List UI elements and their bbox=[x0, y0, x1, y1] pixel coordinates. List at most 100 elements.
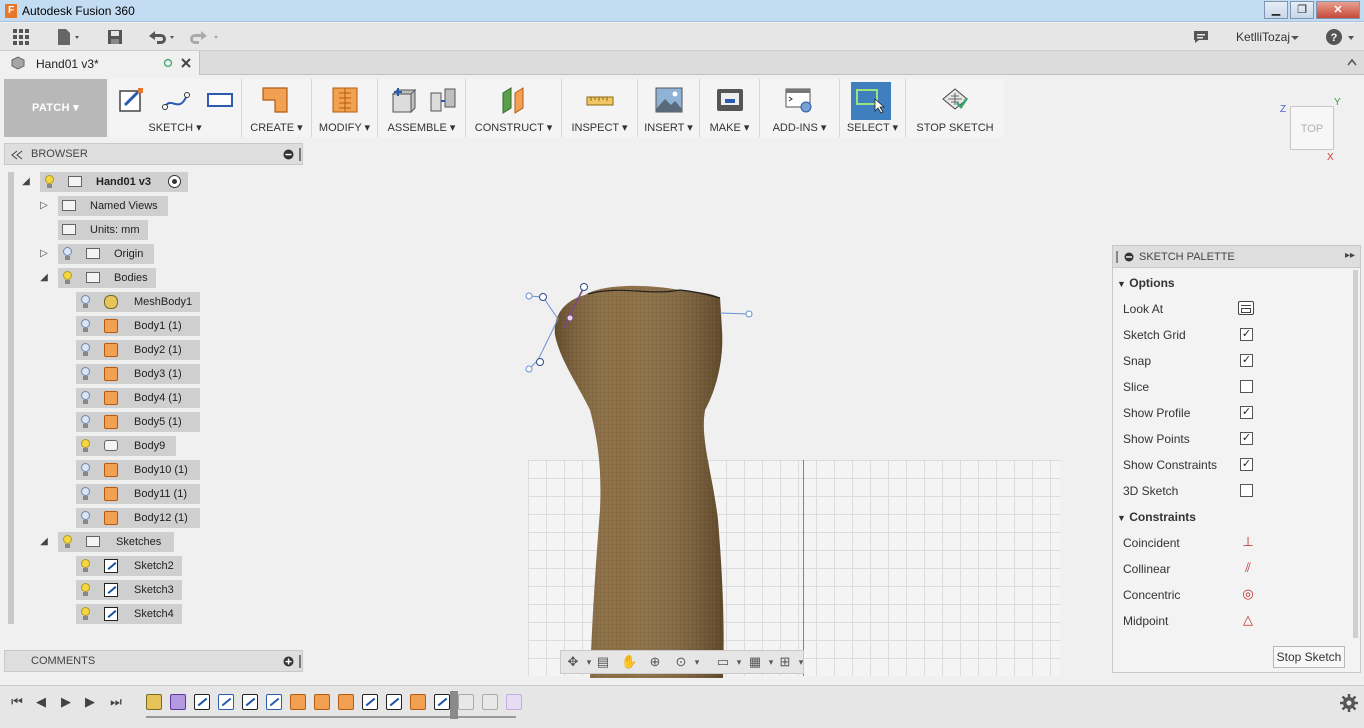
help-icon[interactable]: ? bbox=[1324, 27, 1358, 47]
constraint-row[interactable]: Collinear ⫽ bbox=[1123, 560, 1343, 578]
close-button[interactable]: ✕ bbox=[1316, 1, 1360, 19]
suppressed-form-icon[interactable] bbox=[506, 694, 522, 710]
palette-option-row[interactable]: Snap ✓ bbox=[1123, 354, 1343, 370]
zoom-icon[interactable]: ⊕ bbox=[647, 655, 663, 669]
browser-node[interactable]: Named Views bbox=[58, 196, 168, 216]
gear-icon[interactable] bbox=[1340, 694, 1358, 712]
browser-tree-row[interactable]: Body2 (1) bbox=[0, 340, 300, 360]
browser-tree-row[interactable]: ◢ Sketches bbox=[0, 532, 300, 552]
visibility-off-icon[interactable] bbox=[80, 391, 90, 405]
checkbox[interactable] bbox=[1240, 484, 1253, 497]
browser-node[interactable]: Units: mm bbox=[58, 220, 148, 240]
browser-node[interactable]: Sketches bbox=[58, 532, 174, 552]
resize-handle[interactable] bbox=[299, 148, 301, 161]
browser-tree-row[interactable]: Units: mm bbox=[0, 220, 300, 240]
create-sketch-icon[interactable] bbox=[117, 85, 147, 115]
resize-handle[interactable] bbox=[299, 655, 301, 668]
viewports-icon[interactable]: ⊞ bbox=[777, 655, 793, 669]
sketch-feature-icon[interactable] bbox=[362, 694, 378, 710]
midpoint-icon[interactable]: △ bbox=[1240, 612, 1256, 628]
select-group[interactable]: SELECT ▾ bbox=[840, 79, 906, 137]
browser-node[interactable]: Sketch3 bbox=[76, 580, 182, 600]
checkbox[interactable]: ✓ bbox=[1240, 432, 1253, 445]
visibility-on-icon[interactable] bbox=[80, 439, 90, 453]
browser-node[interactable]: MeshBody1 bbox=[76, 292, 200, 312]
patch-feature-icon[interactable] bbox=[314, 694, 330, 710]
create-group[interactable]: CREATE ▾ bbox=[242, 79, 312, 137]
expanded-triangle-icon[interactable]: ◢ bbox=[38, 272, 50, 284]
browser-tree-row[interactable]: Body4 (1) bbox=[0, 388, 300, 408]
palette-option-row[interactable]: Show Profile ✓ bbox=[1123, 406, 1343, 422]
checkbox[interactable]: ✓ bbox=[1240, 354, 1253, 367]
collapse-left-icon[interactable] bbox=[11, 150, 23, 160]
palette-option-row[interactable]: Show Points ✓ bbox=[1123, 432, 1343, 448]
browser-node[interactable]: Body4 (1) bbox=[76, 388, 200, 408]
constraints-section-header[interactable]: ▼ Constraints bbox=[1117, 510, 1196, 524]
minus-circle-icon[interactable] bbox=[283, 149, 294, 160]
mesh-feature-icon[interactable] bbox=[146, 694, 162, 710]
visibility-on-icon[interactable] bbox=[62, 535, 72, 549]
constraint-row[interactable]: Midpoint △ bbox=[1123, 612, 1343, 630]
browser-node[interactable]: Sketch4 bbox=[76, 604, 182, 624]
browser-node[interactable]: Body12 (1) bbox=[76, 508, 200, 528]
collapsed-triangle-icon[interactable]: ▷ bbox=[38, 248, 50, 260]
timeline-marker[interactable] bbox=[450, 691, 458, 719]
viewports-dropdown-icon[interactable]: ▾ bbox=[793, 655, 809, 669]
look-at-icon[interactable] bbox=[1238, 301, 1254, 315]
visibility-off-icon[interactable] bbox=[80, 463, 90, 477]
go-to-start-icon[interactable]: ⏮ bbox=[9, 694, 25, 710]
fit-icon[interactable]: ⊙ bbox=[673, 655, 689, 669]
make-group[interactable]: MAKE ▾ bbox=[700, 79, 760, 137]
visibility-on-icon[interactable] bbox=[80, 607, 90, 621]
spline-feature-icon[interactable] bbox=[266, 694, 282, 710]
form-feature-icon[interactable] bbox=[170, 694, 186, 710]
display-settings-icon[interactable]: ▭ bbox=[715, 655, 731, 669]
play-icon[interactable]: ▶ bbox=[58, 694, 74, 710]
drag-handle[interactable] bbox=[1116, 251, 1118, 263]
sketch-feature-icon[interactable] bbox=[434, 694, 450, 710]
expanded-triangle-icon[interactable]: ◢ bbox=[20, 176, 32, 188]
workspace-switcher[interactable]: PATCH ▾ bbox=[4, 79, 107, 137]
browser-node[interactable]: Body5 (1) bbox=[76, 412, 200, 432]
add-ins-group[interactable]: ADD-INS ▾ bbox=[760, 79, 840, 137]
browser-node[interactable]: Hand01 v3 bbox=[40, 172, 188, 192]
palette-option-row[interactable]: 3D Sketch bbox=[1123, 484, 1343, 500]
checkbox[interactable] bbox=[1240, 380, 1253, 393]
orbit-icon[interactable]: ✥ bbox=[565, 655, 581, 669]
file-icon[interactable] bbox=[55, 27, 83, 47]
close-tab-icon[interactable] bbox=[180, 57, 192, 69]
browser-panel-header[interactable]: BROWSER bbox=[4, 143, 303, 165]
browser-node[interactable]: Bodies bbox=[58, 268, 156, 288]
checkbox[interactable]: ✓ bbox=[1240, 328, 1253, 341]
document-tab[interactable]: Hand01 v3* bbox=[0, 51, 200, 75]
browser-node[interactable]: Body1 (1) bbox=[76, 316, 200, 336]
browser-tree-row[interactable]: Sketch4 bbox=[0, 604, 300, 624]
minus-circle-icon[interactable] bbox=[1124, 252, 1134, 262]
browser-tree-row[interactable]: ▷ Named Views bbox=[0, 196, 300, 216]
browser-node[interactable]: Body9 bbox=[76, 436, 176, 456]
browser-tree-row[interactable]: Body3 (1) bbox=[0, 364, 300, 384]
select-icon[interactable] bbox=[855, 85, 885, 115]
palette-option-row[interactable]: Sketch Grid ✓ bbox=[1123, 328, 1343, 344]
browser-node[interactable]: Body3 (1) bbox=[76, 364, 200, 384]
browser-node[interactable]: Body2 (1) bbox=[76, 340, 200, 360]
browser-tree-row[interactable]: Body11 (1) bbox=[0, 484, 300, 504]
grid-icon[interactable] bbox=[11, 27, 31, 47]
redo-icon[interactable] bbox=[189, 27, 223, 47]
plus-circle-icon[interactable] bbox=[283, 656, 294, 667]
checkbox[interactable]: ✓ bbox=[1240, 458, 1253, 471]
checkbox[interactable]: ✓ bbox=[1240, 406, 1253, 419]
suppressed-feature-icon[interactable] bbox=[458, 694, 474, 710]
rectangle-icon[interactable] bbox=[205, 85, 235, 115]
activate-radio-icon[interactable] bbox=[168, 175, 181, 188]
construct-group[interactable]: CONSTRUCT ▾ bbox=[466, 79, 562, 137]
visibility-off-icon[interactable] bbox=[80, 367, 90, 381]
collapsed-triangle-icon[interactable]: ▷ bbox=[38, 200, 50, 212]
browser-tree-row[interactable]: ◢ Hand01 v3 bbox=[0, 172, 300, 192]
modify-feature-icon[interactable] bbox=[338, 694, 354, 710]
undo-icon[interactable] bbox=[145, 27, 179, 47]
save-icon[interactable] bbox=[106, 27, 124, 47]
display-dropdown-icon[interactable]: ▾ bbox=[731, 655, 747, 669]
browser-node[interactable]: Body11 (1) bbox=[76, 484, 200, 504]
browser-tree-row[interactable]: ◢ Bodies bbox=[0, 268, 300, 288]
